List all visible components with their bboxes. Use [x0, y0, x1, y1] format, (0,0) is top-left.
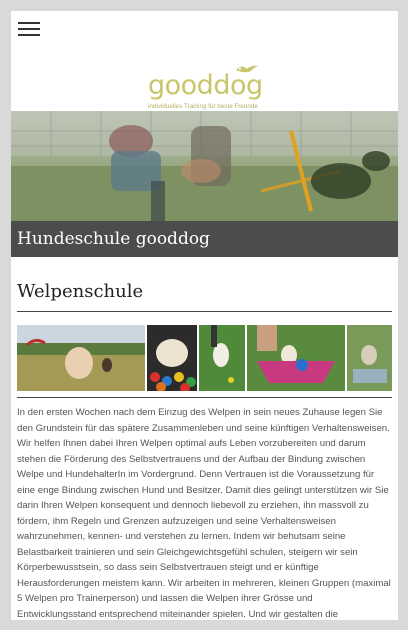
- page-frame: gooddog individuelles Training für beste…: [11, 11, 398, 620]
- gallery-image-puppy-on-grass[interactable]: [17, 325, 145, 391]
- hero-photo: [11, 111, 398, 221]
- hero-image: [11, 111, 398, 221]
- photo-gallery: [17, 325, 392, 391]
- gallery-image-puppy-on-platform[interactable]: [347, 325, 392, 391]
- hero-title: Hundeschule gooddog: [17, 229, 210, 249]
- page-title: Welpenschule: [17, 281, 144, 302]
- logo-wordmark: gooddog: [148, 70, 263, 101]
- gallery-image-puppy-on-lawn[interactable]: [199, 325, 245, 391]
- logo-tagline: individuelles Training für beste Freunde: [148, 103, 258, 110]
- gallery-divider: [17, 397, 392, 398]
- body-text: In den ersten Wochen nach dem Einzug des…: [17, 407, 391, 620]
- gallery-image-puppy-in-ball-pit[interactable]: [147, 325, 197, 391]
- hamburger-menu-icon[interactable]: [18, 19, 40, 37]
- gallery-image-puppy-in-wheelbarrow[interactable]: [247, 325, 345, 391]
- heading-divider: [17, 311, 392, 312]
- logo[interactable]: gooddog individuelles Training für beste…: [146, 61, 266, 111]
